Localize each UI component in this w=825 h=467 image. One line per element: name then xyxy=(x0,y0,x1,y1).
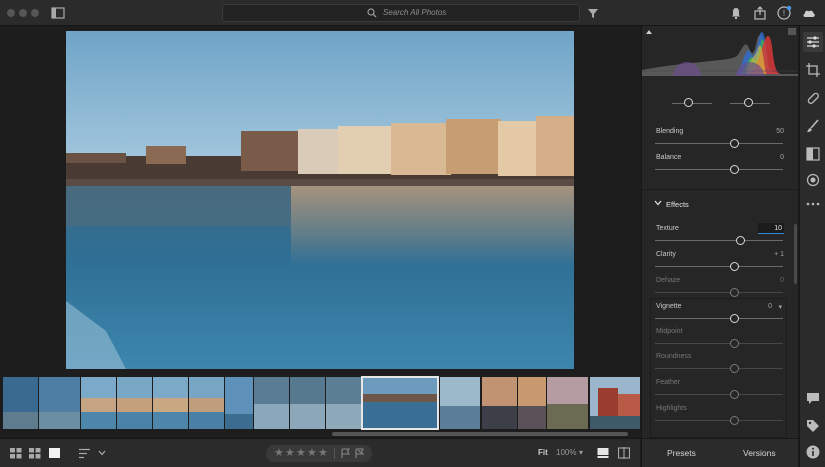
top-bar: Search All Photos ! xyxy=(0,0,825,26)
info-icon[interactable] xyxy=(805,444,821,460)
highlight-hue-knob[interactable] xyxy=(744,98,753,107)
slider-label: Clarity xyxy=(656,251,676,258)
detail-view-icon[interactable] xyxy=(49,448,60,458)
keyword-tag-icon[interactable] xyxy=(805,418,821,434)
photo-grid-view-icon[interactable] xyxy=(29,448,41,459)
chevron-down-icon[interactable] xyxy=(654,200,662,206)
slider-track[interactable] xyxy=(655,266,783,267)
crop-rotate-icon[interactable] xyxy=(805,62,821,78)
brush-icon[interactable] xyxy=(805,118,821,134)
collapse-histogram-icon[interactable] xyxy=(645,29,653,35)
minimize-window-button[interactable] xyxy=(19,9,27,17)
slider-value[interactable]: 50 xyxy=(776,128,784,135)
more-options-icon[interactable] xyxy=(805,196,821,212)
tool-strip xyxy=(799,26,825,467)
bottom-toolbar: ★ ★ ★ ★ ★ Fit 100% ▾ xyxy=(0,438,640,467)
histogram xyxy=(642,26,798,76)
search-icon xyxy=(367,8,377,18)
filmstrip-thumbnails[interactable] xyxy=(0,376,640,430)
shadow-hue-knob[interactable] xyxy=(684,98,693,107)
star-icon[interactable]: ★ xyxy=(307,446,317,459)
tab-presets[interactable]: Presets xyxy=(667,448,696,458)
help-icon[interactable]: ! xyxy=(776,5,792,21)
slider-track[interactable] xyxy=(655,169,783,170)
search-placeholder: Search All Photos xyxy=(383,8,447,17)
filmstrip-scrollbar[interactable] xyxy=(332,432,628,436)
chevron-down-icon[interactable] xyxy=(98,450,106,456)
slider-track[interactable] xyxy=(655,292,783,293)
slider-label: Blending xyxy=(656,128,684,135)
filmstrip[interactable] xyxy=(0,376,640,430)
app-window: Search All Photos ! ★ ★ ★ ★ ★ Fit 100% ▾… xyxy=(0,0,825,467)
edit-panel: Blending 50 Balance 0 Effects Texture 10 Clar… xyxy=(641,26,798,438)
comments-icon[interactable] xyxy=(805,390,821,406)
slider-value[interactable]: + 1 xyxy=(774,251,784,258)
flag-pick-icon[interactable] xyxy=(341,448,351,459)
zoom-dropdown-arrow[interactable]: ▾ xyxy=(579,448,583,457)
slider-label: Balance xyxy=(656,154,682,161)
share-icon[interactable] xyxy=(752,5,768,21)
slider-label: Dehaze xyxy=(656,277,681,284)
notifications-bell-icon[interactable] xyxy=(728,5,744,21)
svg-text:!: ! xyxy=(783,9,785,18)
cloud-sync-icon[interactable] xyxy=(801,5,817,21)
slider-knob[interactable] xyxy=(729,139,739,148)
slider-value[interactable]: 0 xyxy=(780,154,784,161)
linear-gradient-icon[interactable] xyxy=(805,146,821,162)
star-icon[interactable]: ★ xyxy=(318,446,328,459)
tab-versions[interactable]: Versions xyxy=(743,448,776,458)
edit-sliders-icon[interactable] xyxy=(805,34,821,50)
filter-icon[interactable] xyxy=(585,5,601,21)
divider xyxy=(334,448,335,459)
panel-tabs: Presets Versions xyxy=(641,438,798,467)
effects-section-title[interactable]: Effects xyxy=(666,200,689,209)
search-input[interactable]: Search All Photos xyxy=(222,4,580,22)
slider-track[interactable] xyxy=(655,240,783,241)
compare-view-icon[interactable] xyxy=(618,447,630,459)
slider-knob[interactable] xyxy=(729,262,739,271)
clipping-warning-toggle[interactable] xyxy=(788,28,796,35)
slider-label: Texture xyxy=(656,225,679,232)
star-icon[interactable]: ★ xyxy=(296,446,306,459)
slider-track[interactable] xyxy=(655,143,783,144)
sort-icon[interactable] xyxy=(79,448,91,459)
radial-gradient-icon[interactable] xyxy=(805,172,821,188)
slider-value-input[interactable]: 10 xyxy=(758,223,784,234)
fit-zoom-option[interactable]: Fit xyxy=(538,448,548,457)
square-grid-view-icon[interactable] xyxy=(10,448,22,459)
zoom-window-button[interactable] xyxy=(31,9,39,17)
slider-knob[interactable] xyxy=(729,165,739,174)
sidebar-toggle-icon[interactable] xyxy=(50,5,66,21)
flag-reject-icon[interactable] xyxy=(355,448,365,459)
rating-control[interactable]: ★ ★ ★ ★ ★ xyxy=(266,445,372,462)
zoom-level[interactable]: 100% xyxy=(556,448,576,457)
photo-canvas[interactable] xyxy=(0,26,640,374)
healing-brush-icon[interactable] xyxy=(805,90,821,106)
vignette-group xyxy=(650,298,787,438)
slider-value[interactable]: 0 xyxy=(780,277,784,284)
close-window-button[interactable] xyxy=(7,9,15,17)
slider-knob[interactable] xyxy=(736,236,746,245)
section-divider xyxy=(642,189,798,190)
slider-knob[interactable] xyxy=(729,288,739,297)
main-photo[interactable] xyxy=(66,31,574,369)
star-icon[interactable]: ★ xyxy=(274,446,284,459)
thumbnail xyxy=(3,377,38,429)
show-filmstrip-icon[interactable] xyxy=(597,447,609,459)
panel-scrollbar[interactable] xyxy=(794,224,797,284)
star-icon[interactable]: ★ xyxy=(285,446,295,459)
